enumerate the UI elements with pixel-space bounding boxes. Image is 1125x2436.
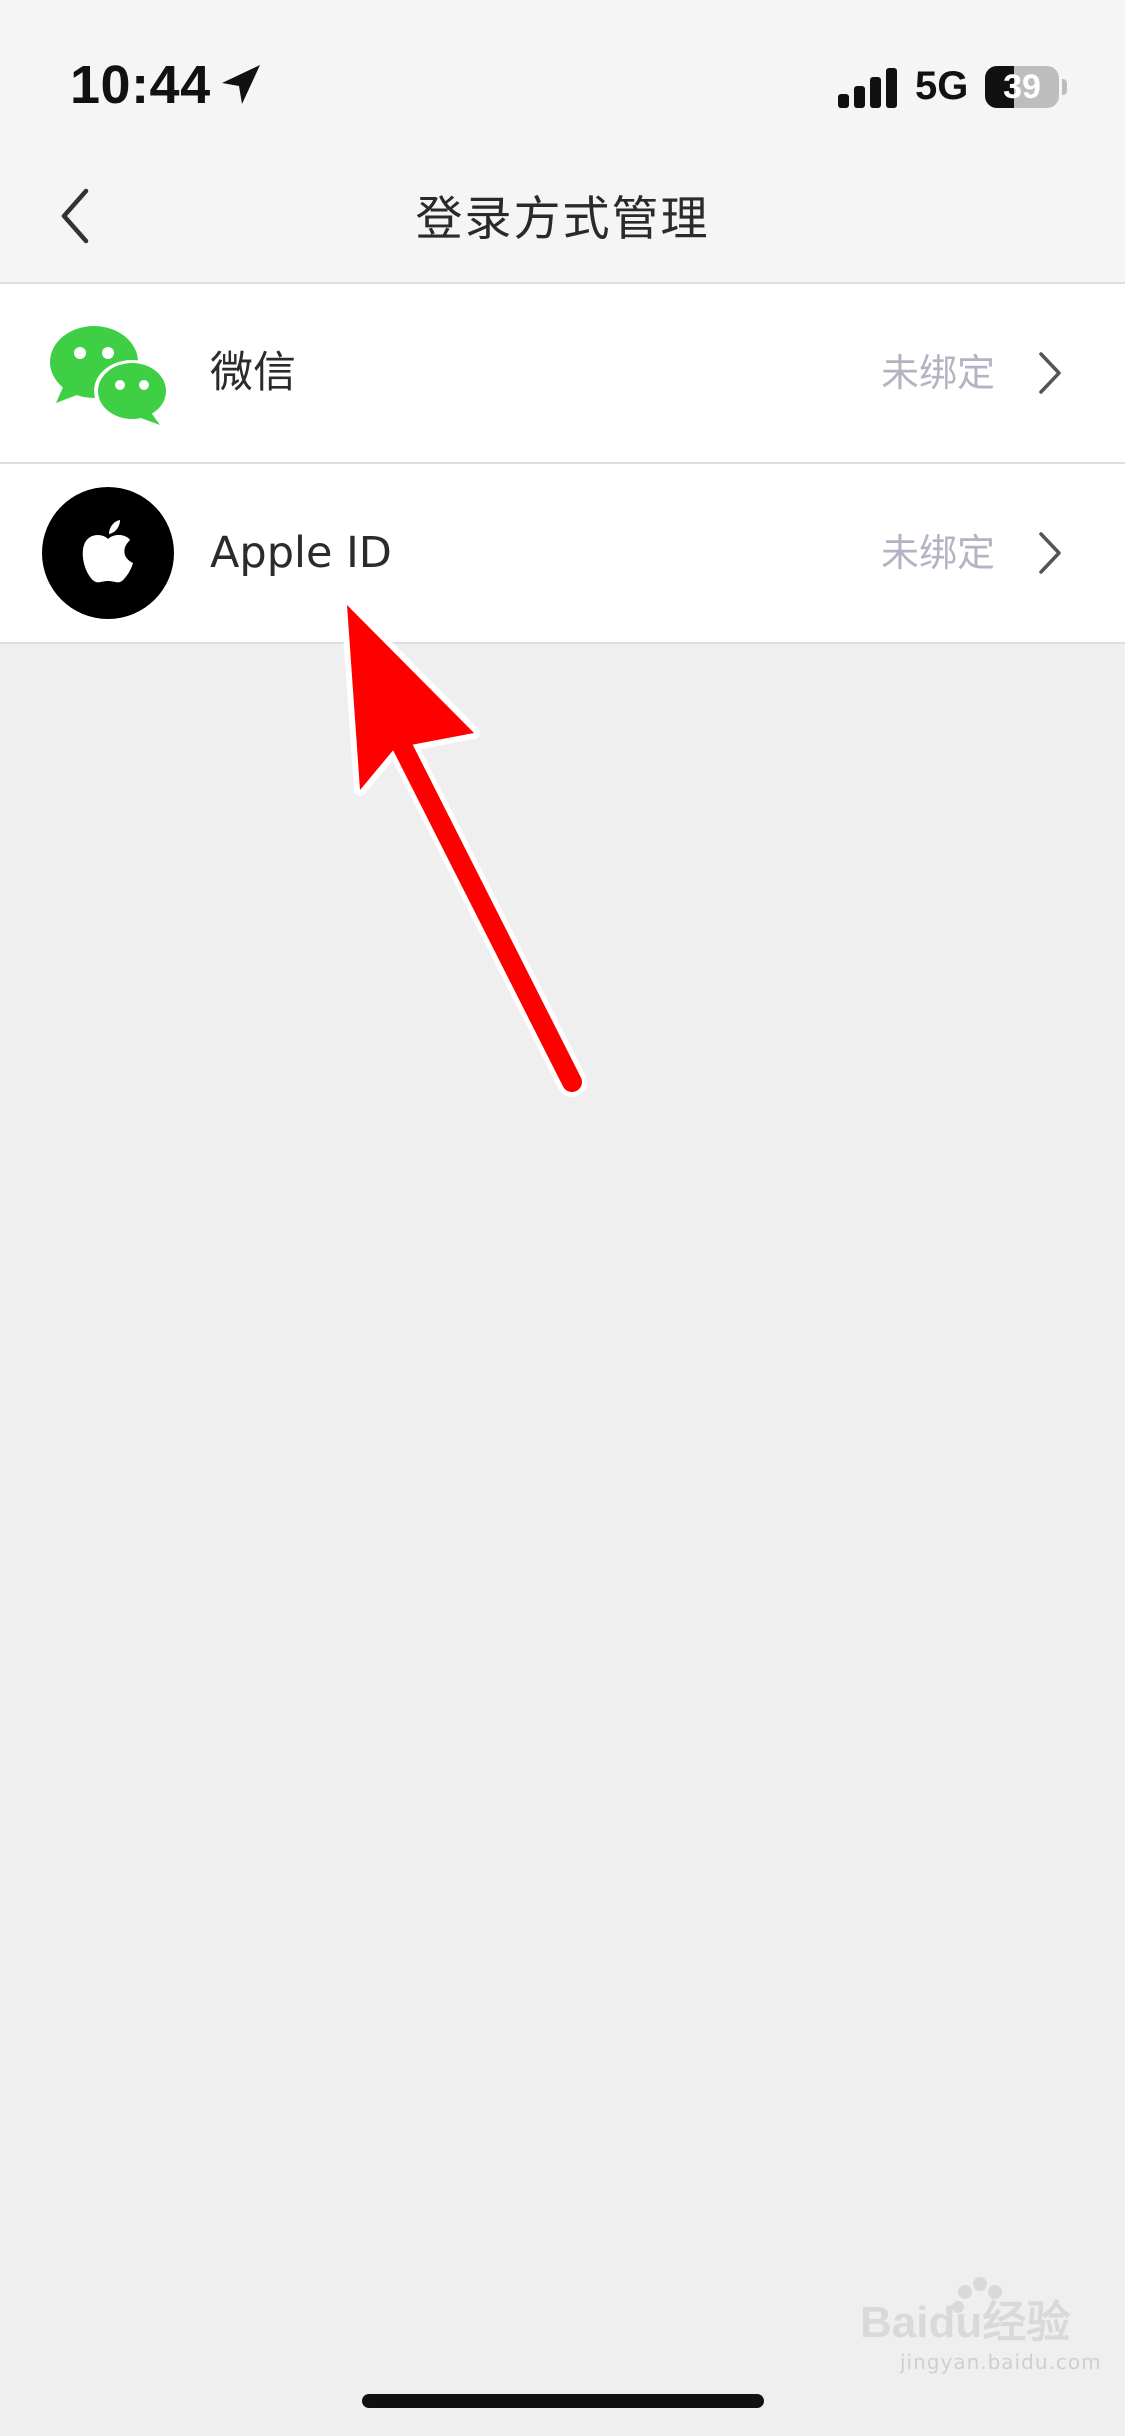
watermark-sub: jingyan.baidu.com: [900, 2350, 1102, 2374]
home-indicator[interactable]: [362, 2394, 764, 2408]
network-label: 5G: [915, 64, 969, 108]
battery-body: 39: [985, 66, 1059, 108]
wechat-icon: [50, 326, 170, 425]
navigation-bar: 登录方式管理: [0, 150, 1125, 284]
page-title: 登录方式管理: [415, 192, 710, 247]
binding-status: 未绑定: [880, 531, 995, 575]
login-methods-list: 微信 未绑定 Apple ID 未绑定: [0, 284, 1125, 644]
status-time: 10:44: [70, 55, 211, 115]
baidu-jingyan-watermark: Baidu经验: [860, 2277, 1070, 2347]
battery-level: 39: [1003, 68, 1041, 106]
status-bar: 10:44 5G 39: [0, 0, 1125, 150]
chevron-right-icon: [1039, 532, 1061, 574]
location-arrow-icon: [222, 65, 260, 104]
battery-tip: [1062, 79, 1067, 95]
cellular-signal-icon: [838, 68, 897, 108]
list-item-label: Apple ID: [210, 528, 392, 578]
list-item-wechat[interactable]: 微信 未绑定: [0, 284, 1125, 464]
binding-status: 未绑定: [880, 351, 995, 395]
watermark-text: Baidu经验: [860, 2298, 1070, 2347]
list-item-apple-id[interactable]: Apple ID 未绑定: [0, 464, 1125, 644]
battery-icon: 39: [985, 66, 1067, 108]
list-item-label: 微信: [210, 348, 296, 398]
chevron-right-icon: [1039, 352, 1061, 394]
apple-logo-icon: [42, 487, 174, 619]
